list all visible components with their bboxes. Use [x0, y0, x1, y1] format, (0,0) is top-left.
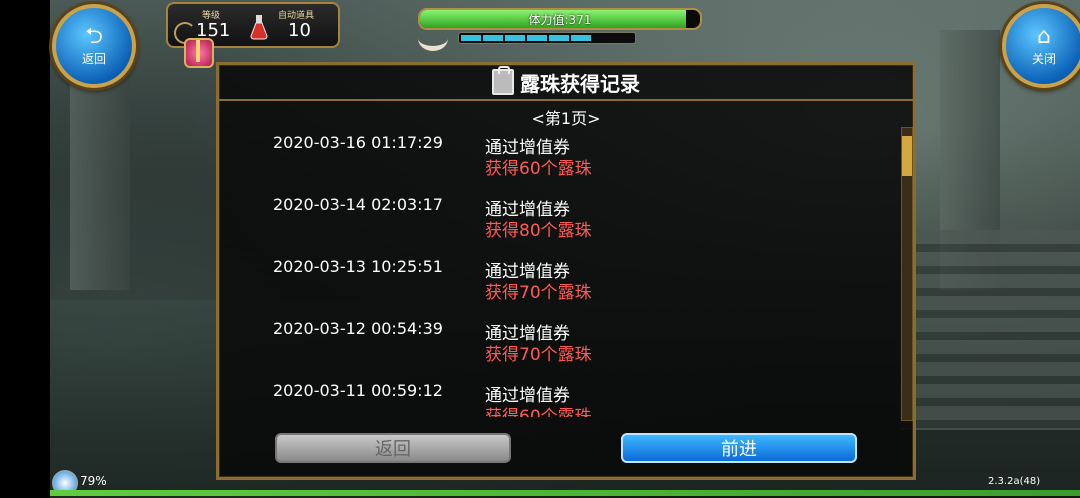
record-amount: 获得70个露珠 — [485, 345, 592, 365]
record-time: 2020-03-12 00:54:39 — [273, 319, 443, 338]
record-time: 2020-03-13 10:25:51 — [273, 257, 443, 276]
record-amount: 获得80个露珠 — [485, 221, 592, 241]
record-row: 2020-03-14 02:03:17 通过增值券 获得80个露珠 — [269, 189, 889, 251]
dew-record-dialog: 露珠获得记录 <第1页> 2020-03-16 01:17:29 通过增值券 获… — [216, 62, 916, 480]
energy-segment — [527, 35, 547, 41]
record-row: 2020-03-16 01:17:29 通过增值券 获得60个露珠 — [269, 127, 889, 189]
left-black-bar — [0, 0, 50, 498]
record-row: 2020-03-11 00:59:12 通过增值券 获得60个露珠 — [269, 375, 889, 417]
prev-page-button[interactable]: 返回 — [275, 433, 511, 463]
record-row: 2020-03-12 00:54:39 通过增值券 获得70个露珠 — [269, 313, 889, 375]
scrollbar-thumb[interactable] — [902, 136, 912, 176]
stamina-bar: 体力值:371 — [418, 8, 702, 30]
record-amount: 获得70个露珠 — [485, 283, 592, 303]
energy-segment — [549, 35, 569, 41]
record-amount: 获得60个露珠 — [485, 159, 592, 179]
record-scrollbar[interactable] — [901, 127, 913, 421]
energy-segment — [505, 35, 525, 41]
home-icon: ⌂ — [1037, 23, 1051, 49]
dialog-header: 露珠获得记录 — [219, 65, 913, 101]
record-list[interactable]: 2020-03-16 01:17:29 通过增值券 获得60个露珠 2020-0… — [269, 127, 889, 417]
back-round-button[interactable]: ⮌ 返回 — [52, 4, 136, 88]
gift-icon[interactable] — [184, 38, 214, 68]
battery-percent: 79% — [80, 474, 107, 488]
dialog-title: 露珠获得记录 — [520, 71, 640, 96]
page-indicator: <第1页> — [531, 109, 601, 128]
record-amount: 获得60个露珠 — [485, 407, 592, 417]
energy-segment — [461, 35, 481, 41]
auto-item-value: 10 — [288, 20, 311, 41]
energy-segment — [483, 35, 503, 41]
stamina-frame: 体力值:371 — [410, 4, 702, 51]
close-round-button[interactable]: ⌂ 关闭 — [1002, 4, 1080, 88]
scene-stairs — [900, 230, 1080, 430]
return-arrow-icon: ⮌ — [85, 23, 103, 49]
close-round-label: 关闭 — [1031, 51, 1056, 66]
record-time: 2020-03-16 01:17:29 — [273, 133, 443, 152]
potion-icon — [250, 15, 268, 40]
energy-segment-bar — [458, 32, 636, 44]
record-row: 2020-03-13 10:25:51 通过增值券 获得70个露珠 — [269, 251, 889, 313]
crescent-icon — [418, 26, 448, 51]
stamina-label: 体力值:371 — [528, 13, 592, 27]
clipboard-icon — [492, 66, 514, 95]
record-time: 2020-03-11 00:59:12 — [273, 381, 443, 400]
record-time: 2020-03-14 02:03:17 — [273, 195, 443, 214]
back-round-label: 返回 — [81, 51, 106, 66]
experience-bar — [50, 490, 1080, 496]
version-label: 2.3.2a(48) — [988, 476, 1041, 487]
energy-segment — [571, 35, 591, 41]
next-page-button[interactable]: 前进 — [621, 433, 857, 463]
